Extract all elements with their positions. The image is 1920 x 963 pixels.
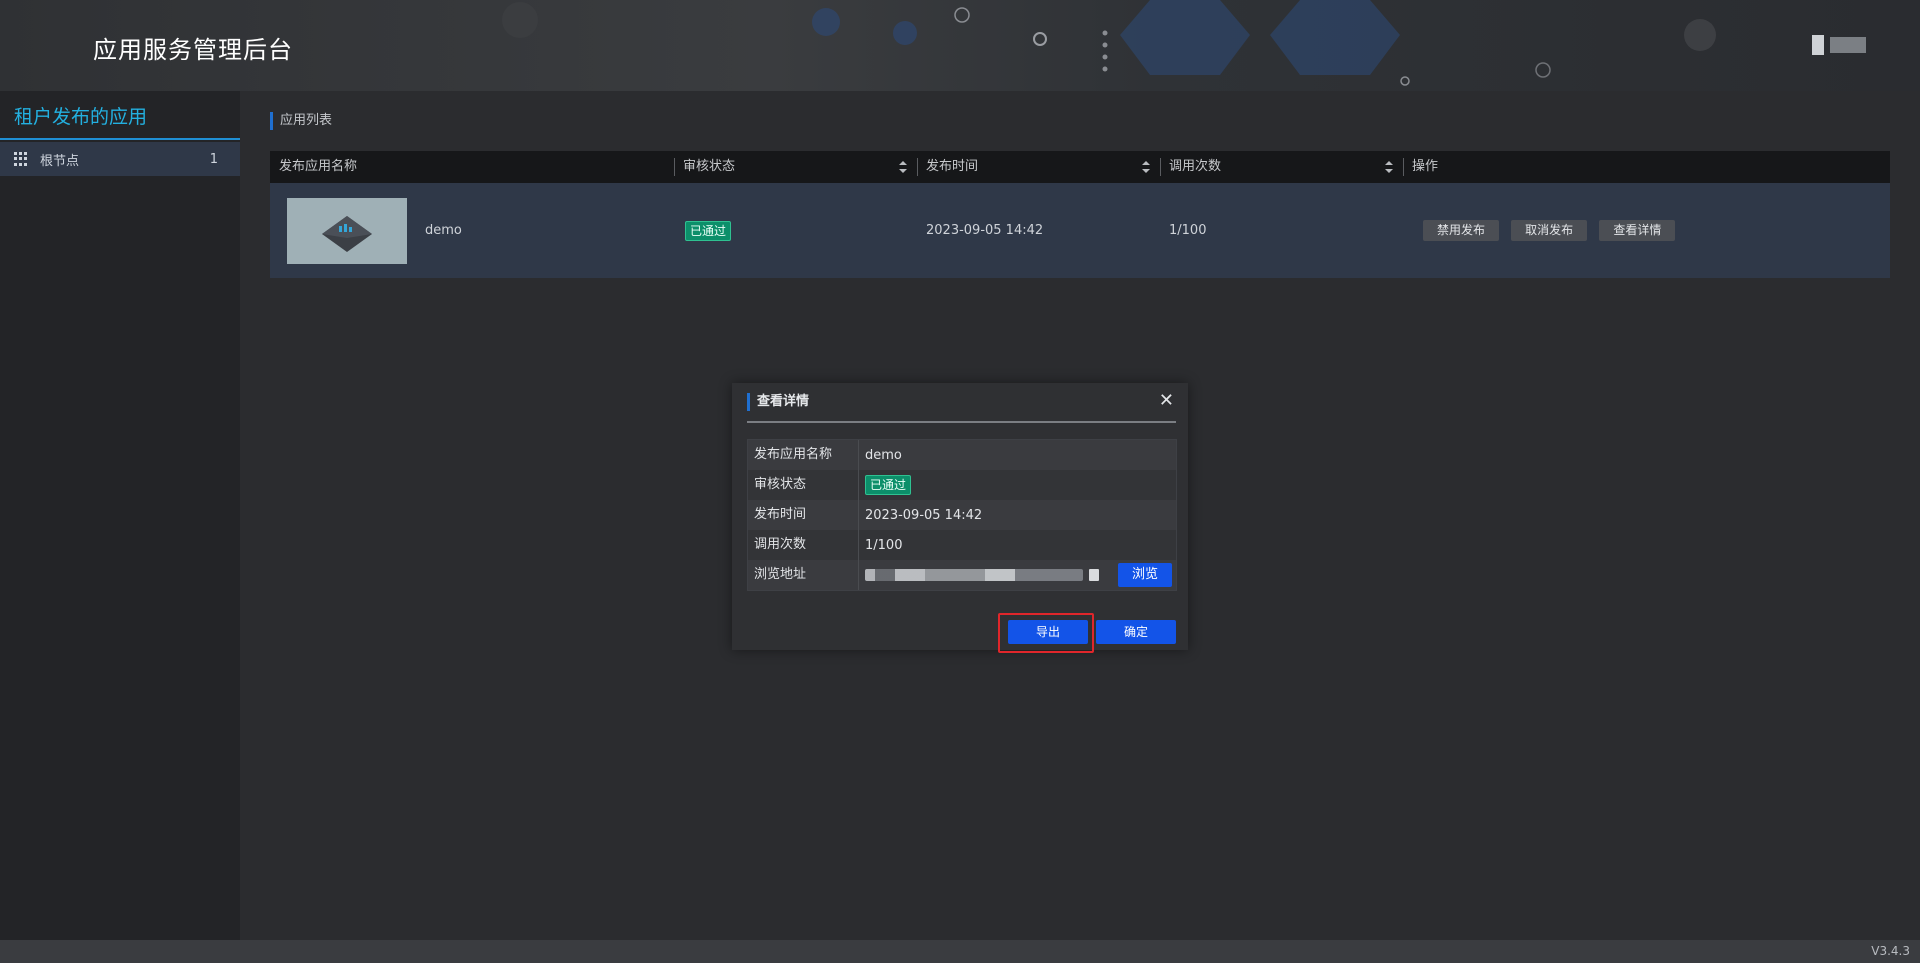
sidebar-item-count: 1	[209, 151, 218, 167]
detail-value: 已通过	[859, 470, 1176, 500]
detail-row: 调用次数 1/100	[748, 530, 1176, 560]
modal-header: 查看详情 ✕	[747, 391, 1176, 423]
cell-calls: 1/100	[1169, 223, 1207, 238]
app-thumbnail	[287, 197, 407, 264]
detail-label: 发布时间	[748, 500, 859, 530]
detail-row: 发布应用名称 demo	[748, 440, 1176, 470]
column-header-name: 发布应用名称	[279, 159, 358, 174]
view-details-button[interactable]: 查看详情	[1599, 220, 1676, 241]
status-badge: 已通过	[685, 220, 732, 241]
app-header: 应用服务管理后台	[0, 0, 1920, 91]
export-button[interactable]: 导出	[1008, 620, 1088, 644]
detail-label: 浏览地址	[748, 560, 859, 590]
sidebar-item-root[interactable]: 根节点 1	[0, 142, 240, 176]
column-header-calls[interactable]: 调用次数	[1160, 151, 1403, 183]
column-header-actions: 操作	[1403, 151, 1890, 183]
details-modal: 查看详情 ✕ 发布应用名称 demo 审核状态 已通过 发布时间 2023-09…	[732, 383, 1188, 653]
section-title: 应用列表	[270, 112, 332, 130]
modal-title: 查看详情	[747, 393, 809, 411]
sort-icon[interactable]	[1385, 161, 1393, 173]
detail-row: 发布时间 2023-09-05 14:42	[748, 500, 1176, 530]
cell-time: 2023-09-05 14:42	[926, 223, 1044, 238]
app-table: 发布应用名称 审核状态 发布时间 调用次数 操作 demo 已通过 2023-0…	[270, 151, 1890, 278]
table-row: demo 已通过 2023-09-05 14:42 1/100 禁用发布 取消发…	[270, 183, 1890, 278]
detail-label: 调用次数	[748, 530, 859, 560]
sidebar-item-label: 根节点	[40, 153, 80, 169]
sidebar: 租户发布的应用 根节点 1	[0, 91, 240, 940]
cell-actions: 禁用发布 取消发布 查看详情	[1403, 220, 1890, 241]
cell-name: demo	[270, 197, 674, 264]
table-header: 发布应用名称 审核状态 发布时间 调用次数 操作	[270, 151, 1890, 183]
footer: V3.4.3	[0, 940, 1920, 963]
column-header-status[interactable]: 审核状态	[674, 151, 917, 183]
detail-label: 发布应用名称	[748, 440, 859, 470]
grid-icon	[14, 152, 28, 166]
cancel-publish-button[interactable]: 取消发布	[1511, 220, 1588, 241]
browse-button[interactable]: 浏览	[1117, 563, 1172, 587]
status-badge: 已通过	[865, 475, 912, 495]
copy-icon[interactable]	[1089, 569, 1099, 581]
version-label: V3.4.3	[1871, 944, 1910, 958]
app-title: 应用服务管理后台	[93, 36, 293, 64]
browse-url-redacted[interactable]	[865, 569, 1083, 581]
detail-value: 1/100	[865, 537, 903, 553]
column-header-time[interactable]: 发布时间	[917, 151, 1160, 183]
detail-value: 浏览	[859, 560, 1176, 590]
detail-table: 发布应用名称 demo 审核状态 已通过 发布时间 2023-09-05 14:…	[747, 439, 1177, 591]
disable-publish-button[interactable]: 禁用发布	[1423, 220, 1500, 241]
sort-icon[interactable]	[899, 161, 907, 173]
app-name: demo	[425, 223, 462, 238]
sort-icon[interactable]	[1142, 161, 1150, 173]
detail-label: 审核状态	[748, 470, 859, 500]
sidebar-title: 租户发布的应用	[0, 91, 240, 140]
cell-status: 已通过	[674, 220, 917, 241]
close-icon[interactable]: ✕	[1159, 391, 1174, 411]
detail-row: 浏览地址 浏览	[748, 560, 1176, 590]
confirm-button[interactable]: 确定	[1096, 620, 1176, 644]
user-avatar[interactable]	[1812, 34, 1872, 56]
detail-value: 2023-09-05 14:42	[865, 507, 983, 523]
detail-value: demo	[865, 447, 902, 463]
detail-row: 审核状态 已通过	[748, 470, 1176, 500]
